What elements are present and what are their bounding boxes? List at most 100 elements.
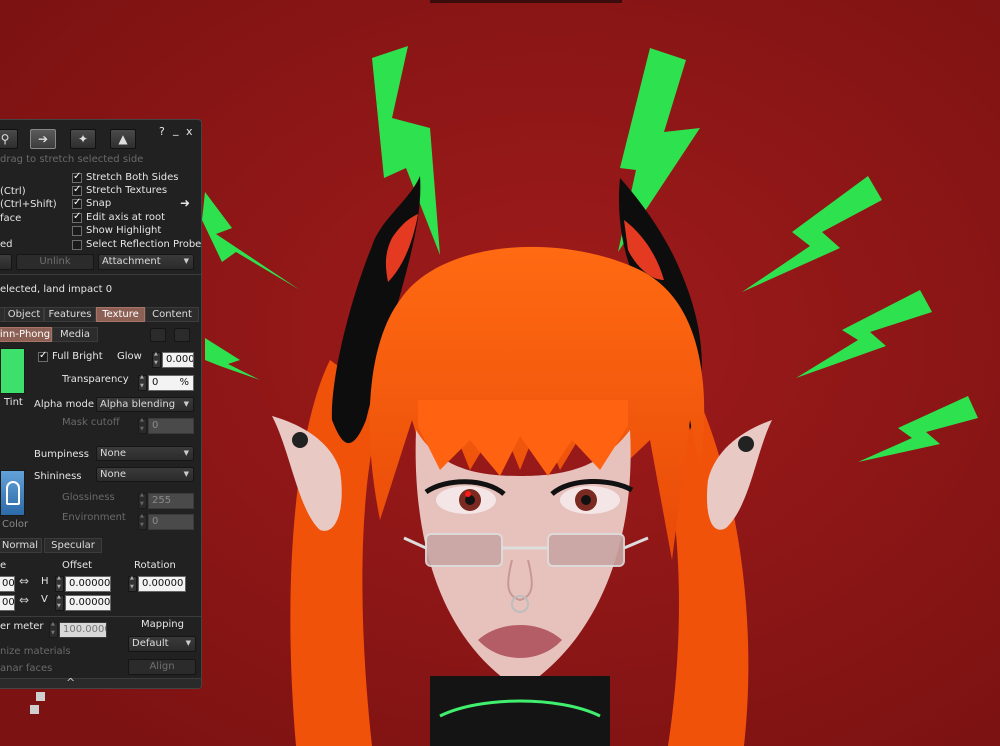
bulldozer-icon: ▲ bbox=[118, 132, 128, 146]
offset-v-spinner[interactable] bbox=[55, 594, 64, 611]
repeats-spinner[interactable] bbox=[49, 621, 58, 638]
bumpiness-label: Bumpiness bbox=[34, 449, 89, 460]
link-offset-icon[interactable]: ⇔ bbox=[19, 593, 29, 607]
copy-icon[interactable] bbox=[150, 328, 166, 342]
transparency-field[interactable]: 0 % bbox=[148, 375, 194, 391]
move-tool-button[interactable]: ➔ bbox=[30, 129, 56, 149]
stretch-both-sides-checkbox[interactable] bbox=[72, 171, 82, 183]
alpha-mode-label: Alpha mode bbox=[34, 399, 94, 410]
edit-tool-button[interactable]: ✦ bbox=[70, 129, 96, 149]
expand-bar[interactable]: ^ bbox=[0, 676, 201, 689]
glossiness-label: Glossiness bbox=[62, 492, 115, 503]
glow-field[interactable]: 0.000 bbox=[162, 352, 194, 368]
tab-texture[interactable]: Texture bbox=[96, 307, 145, 322]
scale-h-field[interactable]: 00 bbox=[0, 576, 15, 592]
focus-tool-button[interactable]: ⚲ bbox=[0, 129, 18, 149]
show-highlight-checkbox[interactable] bbox=[72, 226, 82, 236]
attachment-dropdown[interactable]: Attachment ▼ bbox=[98, 254, 194, 270]
glow-label: Glow bbox=[117, 351, 142, 362]
transparency-label: Transparency bbox=[62, 374, 129, 385]
move-icon: ➔ bbox=[37, 132, 49, 146]
color-label: Color bbox=[2, 519, 29, 530]
environment-field[interactable]: 0 bbox=[148, 514, 194, 530]
selection-status: elected, land impact 0 bbox=[0, 284, 113, 295]
rotation-field[interactable]: 0.00000 bbox=[138, 576, 186, 592]
rotation-heading: Rotation bbox=[134, 560, 176, 571]
chevron-up-icon: ^ bbox=[66, 676, 76, 689]
snap-options-arrow-icon[interactable]: ➜ bbox=[180, 196, 190, 210]
select-reflection-probes-checkbox[interactable] bbox=[72, 240, 82, 250]
bumpiness-dropdown[interactable]: None ▼ bbox=[96, 446, 194, 461]
unlink-button[interactable]: Unlink bbox=[16, 254, 94, 270]
transparency-unit: % bbox=[179, 377, 189, 388]
glossiness-spinner[interactable] bbox=[138, 492, 147, 509]
scale-heading: e bbox=[0, 560, 7, 571]
planar-faces-label[interactable]: anar faces bbox=[0, 663, 52, 674]
option-linked[interactable]: ed bbox=[0, 239, 13, 250]
tab-media[interactable]: Media bbox=[52, 327, 98, 342]
full-bright-label: Full Bright bbox=[52, 351, 103, 362]
tab-normal[interactable]: Normal bbox=[0, 538, 42, 553]
rotation-spinner[interactable] bbox=[128, 575, 137, 592]
transparency-spinner[interactable] bbox=[138, 374, 147, 391]
link-button[interactable] bbox=[0, 254, 12, 270]
paste-icon[interactable] bbox=[174, 328, 190, 342]
link-scale-icon[interactable]: ⇔ bbox=[19, 574, 29, 588]
environment-spinner[interactable] bbox=[138, 513, 147, 530]
close-button[interactable]: x bbox=[186, 125, 193, 138]
offset-v-field[interactable]: 0.00000 bbox=[65, 595, 111, 611]
focus-icon: ⚲ bbox=[0, 132, 10, 146]
align-button[interactable]: Align bbox=[128, 659, 196, 675]
option-ctrl[interactable]: (Ctrl) bbox=[0, 186, 26, 197]
alpha-mode-dropdown[interactable]: Alpha blending ▼ bbox=[96, 397, 194, 412]
h-label: H bbox=[41, 576, 49, 587]
repeats-field[interactable]: 100.00000 bbox=[59, 622, 107, 638]
mask-cutoff-label: Mask cutoff bbox=[62, 417, 120, 428]
stretch-textures-checkbox[interactable] bbox=[72, 184, 82, 196]
drag-handle-icon-2[interactable] bbox=[30, 705, 39, 714]
tab-specular[interactable]: Specular bbox=[44, 538, 102, 553]
stretch-textures-label: Stretch Textures bbox=[86, 185, 168, 196]
alpha-mode-value: Alpha blending bbox=[100, 399, 176, 410]
wand-icon: ✦ bbox=[77, 132, 89, 146]
option-face[interactable]: face bbox=[0, 213, 21, 224]
sync-materials-label[interactable]: nize materials bbox=[0, 646, 71, 657]
full-bright-checkbox[interactable] bbox=[38, 350, 48, 362]
drag-handle-icon[interactable] bbox=[36, 692, 45, 701]
tint-swatch[interactable] bbox=[0, 348, 25, 394]
stretch-both-sides-label: Stretch Both Sides bbox=[86, 172, 179, 183]
mapping-heading: Mapping bbox=[141, 619, 184, 630]
snap-checkbox[interactable] bbox=[72, 197, 82, 209]
bumpiness-value: None bbox=[100, 448, 127, 459]
edit-axis-root-checkbox[interactable] bbox=[72, 211, 82, 223]
tab-blinn-phong[interactable]: inn-Phong bbox=[0, 327, 52, 342]
tab-object[interactable]: Object bbox=[4, 307, 44, 322]
tint-label: Tint bbox=[4, 397, 23, 408]
texture-picker[interactable] bbox=[0, 470, 25, 516]
stretch-hint: drag to stretch selected side bbox=[0, 154, 144, 165]
glow-spinner[interactable] bbox=[152, 351, 161, 368]
repeats-per-meter-label: er meter bbox=[0, 621, 44, 632]
mapping-dropdown[interactable]: Default ▼ bbox=[128, 636, 196, 652]
help-button[interactable]: ? bbox=[159, 125, 165, 138]
shininess-dropdown[interactable]: None ▼ bbox=[96, 467, 194, 482]
mask-cutoff-field[interactable]: 0 bbox=[148, 418, 194, 434]
option-ctrl-shift[interactable]: (Ctrl+Shift) bbox=[0, 199, 57, 210]
land-tool-button[interactable]: ▲ bbox=[110, 129, 136, 149]
offset-h-field[interactable]: 0.00000 bbox=[65, 576, 111, 592]
environment-label: Environment bbox=[62, 512, 126, 523]
mask-cutoff-spinner[interactable] bbox=[138, 417, 147, 434]
chevron-down-icon: ▼ bbox=[183, 449, 189, 457]
top-strip bbox=[430, 0, 622, 3]
glossiness-field[interactable]: 255 bbox=[148, 493, 194, 509]
select-reflection-probes-label: Select Reflection Probes bbox=[86, 239, 202, 250]
scale-v-field[interactable]: 00 bbox=[0, 595, 15, 611]
v-label: V bbox=[41, 594, 48, 605]
shininess-label: Shininess bbox=[34, 471, 82, 482]
minimize-button[interactable]: _ bbox=[173, 123, 179, 136]
shininess-value: None bbox=[100, 469, 127, 480]
tab-features[interactable]: Features bbox=[44, 307, 96, 322]
offset-h-spinner[interactable] bbox=[55, 575, 64, 592]
tab-content[interactable]: Content bbox=[145, 307, 199, 322]
chevron-down-icon: ▼ bbox=[185, 639, 191, 647]
